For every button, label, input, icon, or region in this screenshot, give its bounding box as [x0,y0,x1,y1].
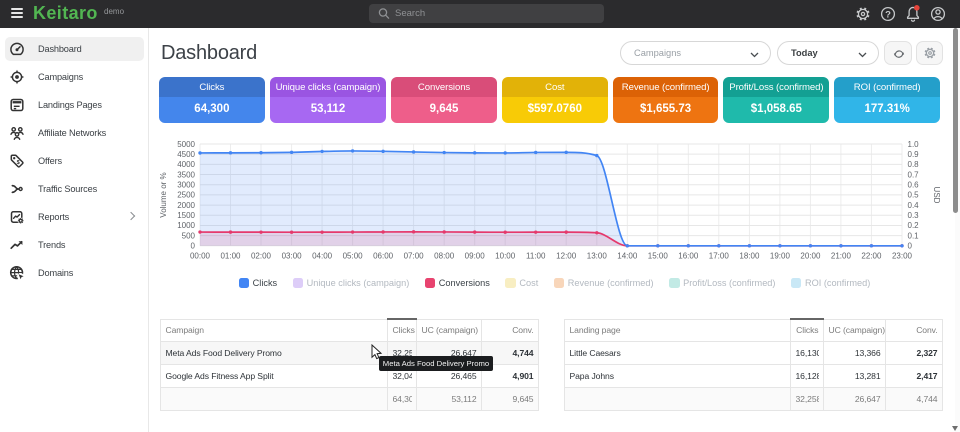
svg-text:3000: 3000 [177,181,195,190]
svg-text:0.5: 0.5 [908,191,920,200]
svg-text:09:00: 09:00 [465,252,486,261]
svg-text:Volume or %: Volume or % [159,172,168,217]
svg-text:19:00: 19:00 [770,252,791,261]
svg-text:08:00: 08:00 [434,252,455,261]
svg-text:0.2: 0.2 [908,221,920,230]
svg-text:16:00: 16:00 [678,252,699,261]
svg-text:07:00: 07:00 [404,252,425,261]
svg-text:22:00: 22:00 [861,252,882,261]
svg-text:1500: 1500 [177,211,195,220]
svg-text:12:00: 12:00 [556,252,577,261]
svg-text:02:00: 02:00 [251,252,272,261]
svg-text:10:00: 10:00 [495,252,516,261]
svg-text:15:00: 15:00 [648,252,669,261]
svg-text:?: ? [885,9,891,20]
svg-text:17:00: 17:00 [709,252,730,261]
svg-text:05:00: 05:00 [343,252,364,261]
svg-text:4500: 4500 [177,150,195,159]
svg-text:0.1: 0.1 [908,231,920,240]
svg-text:21:00: 21:00 [831,252,852,261]
svg-text:0.3: 0.3 [908,211,920,220]
svg-text:03:00: 03:00 [282,252,303,261]
svg-text:18:00: 18:00 [739,252,760,261]
svg-text:20:00: 20:00 [800,252,821,261]
svg-text:13:00: 13:00 [587,252,608,261]
svg-text:0.4: 0.4 [908,201,920,210]
svg-text:01:00: 01:00 [220,252,241,261]
svg-text:0.8: 0.8 [908,160,920,169]
svg-text:0: 0 [908,242,913,251]
svg-text:USD: USD [932,187,941,204]
svg-text:23:00: 23:00 [892,252,913,261]
svg-text:2500: 2500 [177,191,195,200]
svg-text:11:00: 11:00 [526,252,546,261]
svg-text:1000: 1000 [177,221,195,230]
svg-text:0.6: 0.6 [908,181,920,190]
svg-text:14:00: 14:00 [617,252,638,261]
svg-text:0.7: 0.7 [908,170,920,179]
svg-text:00:00: 00:00 [190,252,211,261]
svg-text:0.9: 0.9 [908,150,920,159]
svg-text:4000: 4000 [177,160,195,169]
svg-text:06:00: 06:00 [373,252,394,261]
svg-text:500: 500 [182,231,196,240]
svg-text:0: 0 [191,242,196,251]
svg-text:04:00: 04:00 [312,252,333,261]
svg-text:5000: 5000 [177,140,195,149]
svg-text:1.0: 1.0 [908,140,920,149]
svg-text:3500: 3500 [177,170,195,179]
svg-text:2000: 2000 [177,201,195,210]
